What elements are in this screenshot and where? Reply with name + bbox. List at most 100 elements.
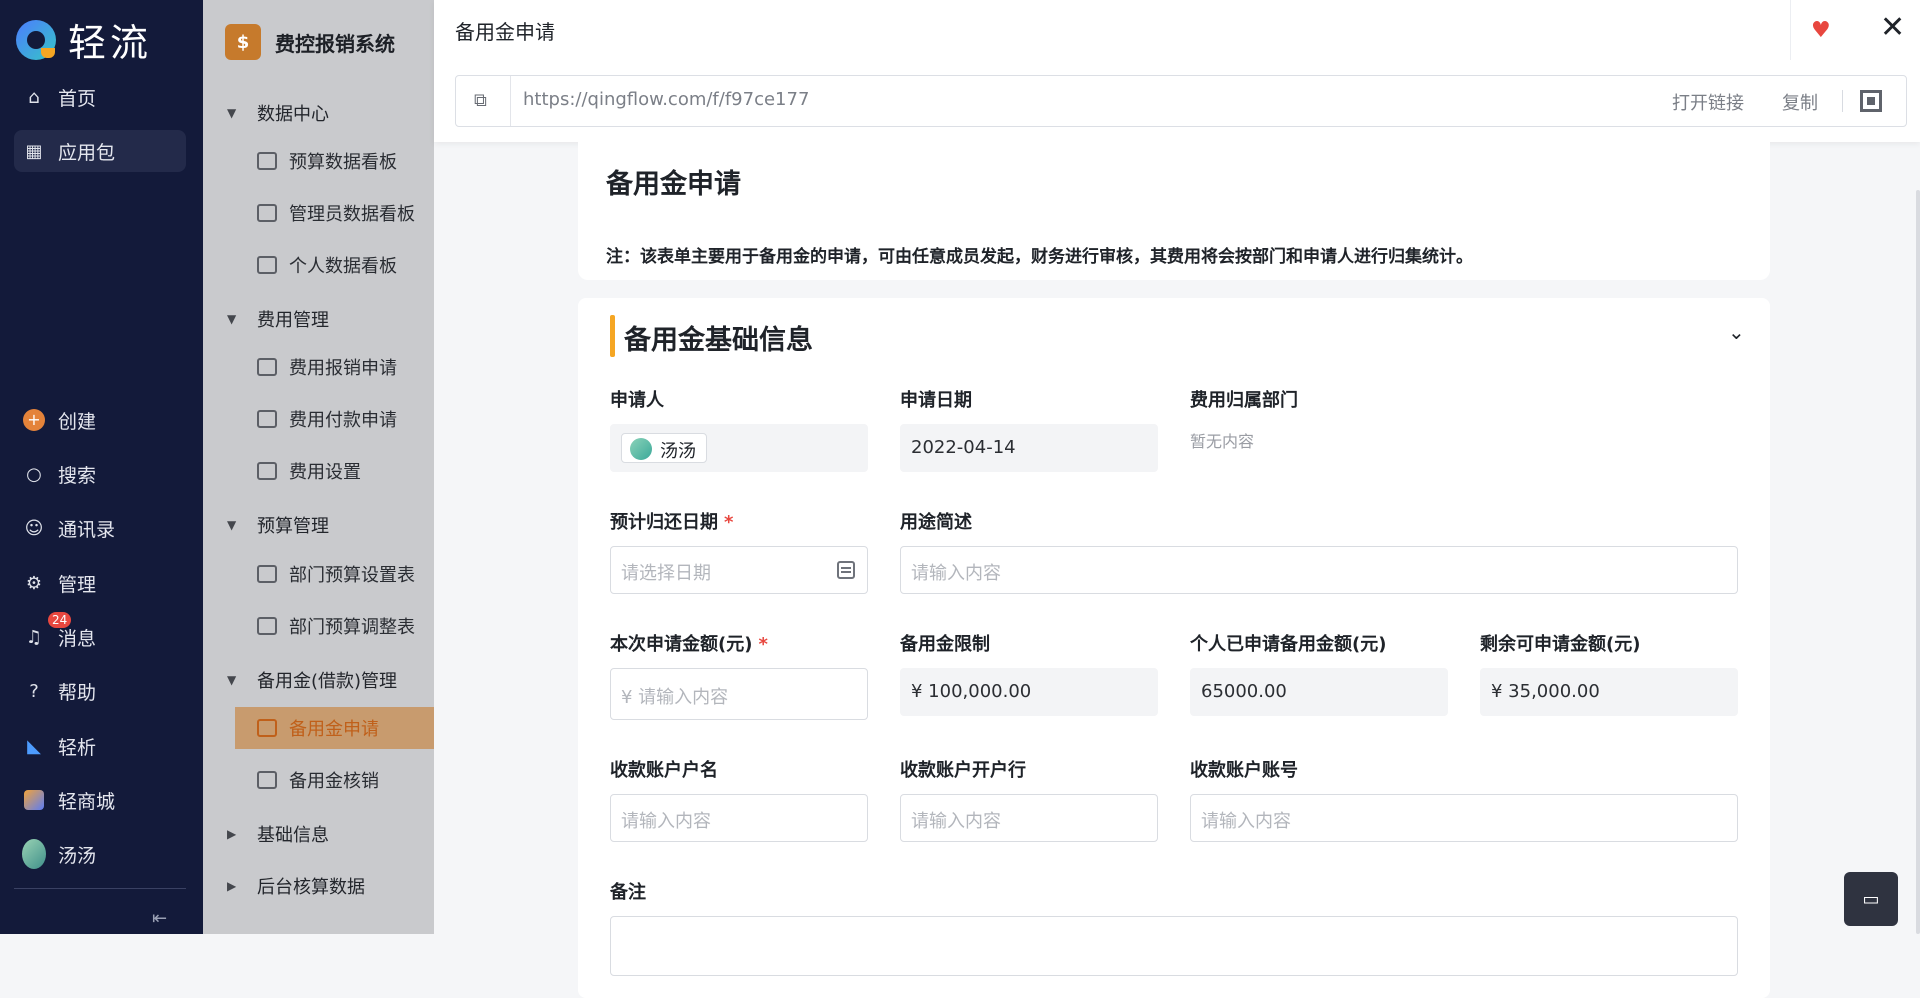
url-divider-2 — [1842, 90, 1843, 112]
sidebar-item-payment[interactable]: 费用付款申请 — [235, 398, 434, 440]
nav-item-store[interactable]: 轻商城 — [14, 779, 186, 821]
required-mark: * — [724, 512, 734, 533]
link-copy-icon[interactable]: ⧉ — [474, 90, 487, 111]
remaining-label: 剩余可申请金额(元) — [1480, 634, 1641, 655]
group-budget[interactable]: ▼ 预算管理 — [227, 512, 329, 538]
money-bag-icon: $ — [225, 24, 261, 60]
nav-label: 帮助 — [58, 681, 97, 704]
app-title[interactable]: $ 费控报销系统 — [225, 24, 395, 60]
group-expense[interactable]: ▼ 费用管理 — [227, 306, 329, 332]
nav-label: 轻商城 — [58, 790, 116, 813]
header-divider — [1790, 0, 1791, 60]
scrollbar[interactable] — [1916, 190, 1920, 934]
dashboard-icon — [257, 256, 277, 274]
nav-item-user[interactable]: 汤汤 — [14, 833, 186, 875]
sidebar-item-reimburse[interactable]: 费用报销申请 — [235, 346, 434, 388]
remaining-field[interactable]: ¥ 35,000.00 — [1480, 668, 1738, 716]
bank-label: 收款账户开户行 — [900, 760, 1026, 781]
sidebar-item-budget-board[interactable]: 预算数据看板 — [235, 140, 434, 182]
account-no-input[interactable]: 请输入内容 — [1190, 794, 1738, 842]
limit-label: 备用金限制 — [900, 634, 990, 655]
amount-input[interactable]: ¥ 请输入内容 — [610, 668, 868, 720]
user-chip[interactable]: 汤汤 — [621, 433, 707, 463]
placeholder: 请选择日期 — [621, 563, 711, 584]
group-data-center[interactable]: ▼ 数据中心 — [227, 100, 329, 126]
item-label: 费用报销申请 — [289, 358, 397, 379]
caret-down-icon: ▼ — [227, 673, 237, 687]
group-label: 基础信息 — [257, 825, 329, 846]
copy-button[interactable]: 复制 — [1782, 89, 1818, 115]
nav-item-manage[interactable]: ⚙ 管理 — [14, 562, 186, 604]
bank-input[interactable]: 请输入内容 — [900, 794, 1158, 842]
share-link-bar: ⧉ https://qingflow.com/f/f97ce177 打开链接 复… — [455, 75, 1907, 127]
nav-label: 搜索 — [58, 464, 97, 487]
applicant-name: 汤汤 — [660, 441, 696, 462]
nav-item-contacts[interactable]: ☺ 通讯录 — [14, 507, 186, 549]
nav-label: 创建 — [58, 410, 97, 433]
account-no-label: 收款账户账号 — [1190, 760, 1298, 781]
nav-item-help[interactable]: ? 帮助 — [14, 670, 186, 712]
required-mark: * — [758, 634, 768, 655]
group-petty-cash[interactable]: ▼ 备用金(借款)管理 — [227, 667, 397, 693]
close-icon[interactable]: ✕ — [1880, 10, 1905, 45]
open-link-button[interactable]: 打开链接 — [1672, 89, 1744, 115]
sidebar-item-expense-settings[interactable]: 费用设置 — [235, 450, 434, 492]
brand-logo[interactable]: 轻流 — [16, 12, 152, 67]
dashboard-icon — [257, 204, 277, 222]
modal-title: 备用金申请 — [455, 20, 555, 44]
sidebar-item-budget-adjust[interactable]: 部门预算调整表 — [235, 605, 434, 647]
section-accent-bar — [610, 315, 615, 357]
sidebar-item-admin-board[interactable]: 管理员数据看板 — [235, 192, 434, 234]
sidebar-item-personal-board[interactable]: 个人数据看板 — [235, 244, 434, 286]
return-date-picker[interactable]: 请选择日期 — [610, 546, 868, 594]
group-backend-data[interactable]: ▶ 后台核算数据 — [227, 873, 365, 899]
amount-label: 本次申请金额(元) * — [610, 630, 768, 656]
apply-date-field[interactable]: 2022-04-14 — [900, 424, 1158, 472]
item-label: 预算数据看板 — [289, 152, 397, 173]
app-sidebar: $ 费控报销系统 ▼ 数据中心 预算数据看板 管理员数据看板 个人数据看板 ▼ 费用… — [203, 0, 434, 934]
caret-down-icon: ▼ — [227, 312, 237, 326]
account-name-input[interactable]: 请输入内容 — [610, 794, 868, 842]
sidebar-item-petty-cash-apply[interactable]: 备用金申请 — [235, 707, 434, 749]
label-text: 本次申请金额(元) — [610, 634, 753, 655]
section-title: 备用金基础信息 — [624, 325, 813, 356]
qrcode-icon[interactable] — [1860, 90, 1882, 112]
store-icon — [22, 788, 46, 812]
nav-item-search[interactable]: ○ 搜索 — [14, 453, 186, 495]
group-basic-info[interactable]: ▶ 基础信息 — [227, 821, 329, 847]
nav-item-apps[interactable]: ▦ 应用包 — [14, 130, 186, 172]
limit-field[interactable]: ¥ 100,000.00 — [900, 668, 1158, 716]
item-label: 备用金核销 — [289, 771, 379, 792]
form-icon — [257, 771, 277, 789]
caret-right-icon: ▶ — [227, 879, 237, 893]
applied-label: 个人已申请备用金额(元) — [1190, 634, 1387, 655]
nav-item-messages[interactable]: ♫ 24 消息 — [14, 612, 186, 658]
remark-textarea[interactable] — [610, 916, 1738, 976]
nav-label: 首页 — [58, 87, 97, 110]
nav-label: 通讯录 — [58, 518, 116, 541]
remark-label: 备注 — [610, 882, 646, 903]
sidebar-item-budget-setting[interactable]: 部门预算设置表 — [235, 553, 434, 595]
basic-info-section: 备用金基础信息 ⌄ 申请人 汤汤 申请日期 2022-04-14 费用归属部门 … — [578, 298, 1770, 998]
chat-support-button[interactable]: ▭ — [1844, 872, 1898, 926]
purpose-input[interactable]: 请输入内容 — [900, 546, 1738, 594]
chevron-down-icon[interactable]: ⌄ — [1728, 320, 1745, 344]
share-url[interactable]: https://qingflow.com/f/f97ce177 — [523, 89, 809, 110]
nav-item-create[interactable]: + 创建 — [14, 399, 186, 441]
sidebar-item-petty-cash-writeoff[interactable]: 备用金核销 — [235, 759, 434, 801]
search-icon: ○ — [26, 463, 42, 485]
nav-item-analytics[interactable]: ◣ 轻析 — [14, 725, 186, 767]
nav-divider — [14, 888, 186, 889]
plus-icon: + — [22, 408, 46, 432]
applicant-field[interactable]: 汤汤 — [610, 424, 868, 472]
item-label: 部门预算设置表 — [289, 565, 415, 586]
group-label: 预算管理 — [257, 516, 329, 537]
favorite-heart-icon[interactable]: ♥ — [1811, 18, 1837, 43]
account-name-label: 收款账户户名 — [610, 760, 718, 781]
applied-field[interactable]: 65000.00 — [1190, 668, 1448, 716]
calendar-icon — [837, 561, 855, 579]
item-label: 费用设置 — [289, 462, 361, 483]
nav-item-home[interactable]: ⌂ 首页 — [14, 76, 186, 118]
nav-label: 轻析 — [58, 736, 97, 759]
collapse-nav-icon[interactable]: ⇤ — [152, 908, 167, 929]
